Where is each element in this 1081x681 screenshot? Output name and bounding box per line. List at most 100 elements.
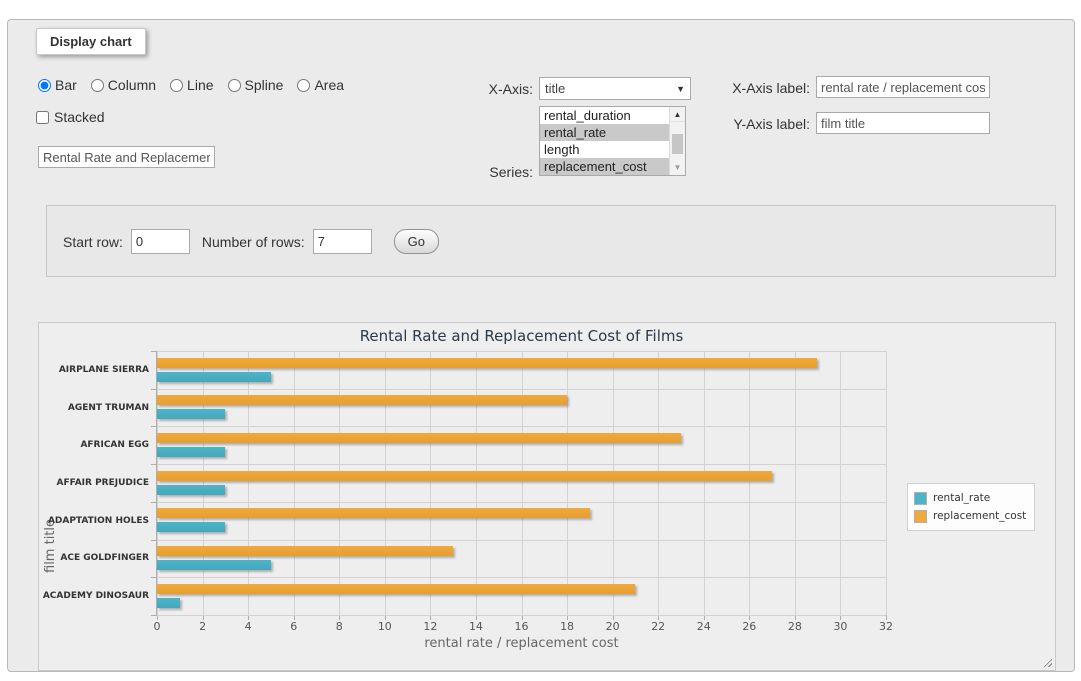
stacked-checkbox[interactable] [36,111,49,124]
x-tick-mark [248,616,249,620]
category-label: AIRPLANE SIERRA [39,351,149,389]
gridline [248,351,249,615]
legend-item-replacement_cost: replacement_cost [914,507,1026,525]
radio-column[interactable]: Column [91,77,156,93]
radio-line[interactable]: Line [170,77,213,93]
radio-bar[interactable]: Bar [38,77,77,93]
go-button[interactable]: Go [394,229,439,254]
bar-rental_rate [157,485,225,495]
gridline [157,389,886,390]
gridline [658,351,659,615]
bar-replacement_cost [157,471,772,481]
chart-container: Rental Rate and Replacement Cost of Film… [38,322,1056,671]
x-tick-mark [157,616,158,620]
plot-area [157,351,886,615]
x-tick-mark [294,616,295,620]
y-tick-mark [151,464,157,465]
x-tick-mark [840,616,841,620]
bar-rental_rate [157,560,271,570]
chart-legend: rental_rate replacement_cost [907,483,1035,531]
scroll-up-icon[interactable]: ▲ [670,107,685,122]
x-tick-mark [385,616,386,620]
row-range-box: Start row: Number of rows: Go [46,205,1056,277]
radio-spline[interactable]: Spline [228,77,284,93]
series-scrollbar[interactable]: ▲ ▼ [669,107,685,175]
radio-column-input[interactable] [91,79,104,92]
series-option-replacement-cost[interactable]: replacement_cost [540,158,669,175]
x-tick-mark [886,616,887,620]
series-option-rental-duration[interactable]: rental_duration [540,107,669,124]
series-select-label: Series: [418,164,533,180]
x-tick-mark [522,616,523,620]
legend-swatch [914,492,927,505]
x-tick-mark [795,616,796,620]
legend-label: rental_rate [933,492,990,504]
x-tick-label: 10 [370,620,400,633]
radio-line-input[interactable] [170,79,183,92]
chart-title: Rental Rate and Replacement Cost of Film… [157,327,886,345]
x-axis-label-label: X-Axis label: [696,80,810,96]
gridline [886,351,887,615]
scroll-down-icon[interactable]: ▼ [670,160,685,175]
x-tick-label: 28 [780,620,810,633]
x-tick-label: 20 [598,620,628,633]
start-row-input[interactable] [131,229,190,254]
category-label: ADAPTATION HOLES [39,502,149,540]
x-tick-mark [704,616,705,620]
gridline [157,426,886,427]
series-option-length[interactable]: length [540,141,669,158]
gridline [157,351,158,615]
radio-spline-input[interactable] [228,79,241,92]
gridline [157,351,886,352]
x-tick-label: 0 [142,620,172,633]
y-tick-mark [151,502,157,503]
bar-replacement_cost [157,546,453,556]
gridline [157,540,886,541]
x-tick-label: 26 [734,620,764,633]
category-label: ACE GOLDFINGER [39,540,149,578]
resize-handle-icon[interactable] [1041,656,1052,667]
x-tick-label: 24 [689,620,719,633]
panel-legend: Display chart [36,28,146,55]
category-label: AFRICAN EGG [39,426,149,464]
series-multiselect[interactable]: rental_duration rental_rate length repla… [539,106,686,176]
gridline [795,351,796,615]
x-axis-label-input[interactable] [816,76,990,98]
chart-title-input[interactable] [38,146,215,168]
gridline [749,351,750,615]
gridline [294,351,295,615]
x-tick-label: 8 [324,620,354,633]
gridline [157,464,886,465]
gridline [157,577,886,578]
x-tick-label: 6 [279,620,309,633]
legend-swatch [914,510,927,523]
gridline [522,351,523,615]
radio-area-input[interactable] [297,79,310,92]
gridline [203,351,204,615]
y-tick-mark [151,351,157,352]
x-axis-select[interactable]: title ▼ [539,77,691,100]
x-tick-label: 16 [507,620,537,633]
gridline [840,351,841,615]
y-tick-mark [151,577,157,578]
bar-replacement_cost [157,508,590,518]
stacked-checkbox-row[interactable]: Stacked [36,109,105,125]
gridline [385,351,386,615]
x-tick-label: 14 [461,620,491,633]
x-tick-label: 2 [188,620,218,633]
scrollbar-thumb[interactable] [672,134,683,154]
x-tick-label: 22 [643,620,673,633]
x-tick-label: 12 [415,620,445,633]
stacked-label: Stacked [54,109,105,125]
radio-area[interactable]: Area [297,77,344,93]
series-option-rental-rate[interactable]: rental_rate [540,124,669,141]
x-tick-label: 30 [825,620,855,633]
x-tick-mark [658,616,659,620]
category-label: AFFAIR PREJUDICE [39,464,149,502]
radio-bar-input[interactable] [38,79,51,92]
y-axis-label-input[interactable] [816,112,990,134]
x-tick-mark [613,616,614,620]
chart-type-radio-group: Bar Column Line Spline Area [38,77,352,93]
num-rows-input[interactable] [313,229,372,254]
bar-rental_rate [157,522,225,532]
